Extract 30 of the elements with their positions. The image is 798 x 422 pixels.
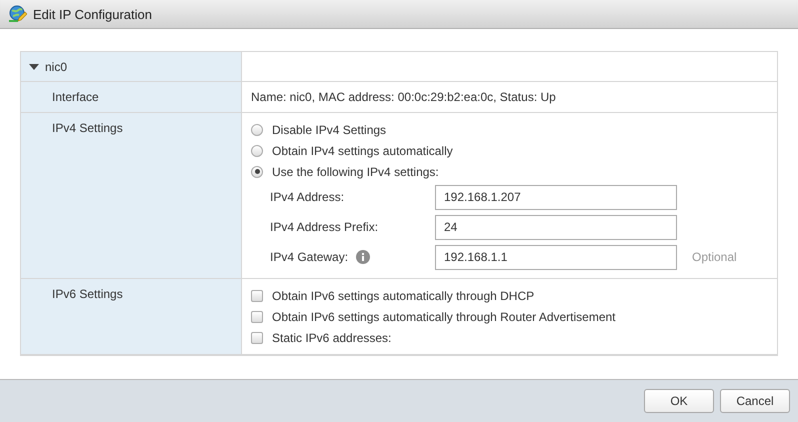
nic-name: nic0 <box>45 59 68 76</box>
interface-info: Name: nic0, MAC address: 00:0c:29:b2:ea:0c, Status: Up <box>251 89 557 106</box>
optional-note: Optional <box>691 250 738 264</box>
checkbox-option[interactable]: Static IPv6 addresses: <box>251 327 777 348</box>
checkbox-option[interactable]: Obtain IPv6 settings automatically through Router Advertisement <box>251 306 777 327</box>
radio-option[interactable]: Obtain IPv4 settings automatically <box>251 140 777 161</box>
window-title: Edit IP Configuration <box>33 6 152 22</box>
row-label: IPv6 Settings <box>52 286 123 303</box>
caret-icon <box>29 64 39 70</box>
info-icon[interactable] <box>356 250 370 264</box>
radio-button[interactable] <box>251 124 263 136</box>
radio-option[interactable]: Use the following IPv4 settings: <box>251 161 777 182</box>
row-label: Interface <box>52 89 99 106</box>
dialog-button[interactable]: OK <box>644 389 714 413</box>
field-label: IPv4 Address: <box>270 189 344 206</box>
input-field[interactable]: 192.168.1.1 <box>435 244 677 270</box>
checkbox-option[interactable]: Obtain IPv6 settings automatically through DHCP <box>251 285 777 306</box>
row-label: IPv4 Settings <box>52 120 123 137</box>
field-label: IPv4 Address Prefix: <box>270 219 378 236</box>
field-label: IPv4 Gateway: <box>270 249 348 266</box>
globe-pencil-icon <box>9 5 27 23</box>
checkbox[interactable] <box>251 310 263 322</box>
radio-option[interactable]: Disable IPv4 Settings <box>251 119 777 140</box>
dialog-button[interactable]: Cancel <box>720 389 790 413</box>
input-field[interactable]: 24 <box>435 214 677 240</box>
checkbox[interactable] <box>251 290 263 302</box>
radio-button[interactable] <box>251 144 263 156</box>
checkbox[interactable] <box>251 332 263 344</box>
input-field[interactable]: 192.168.1.207 <box>435 184 677 210</box>
radio-button[interactable] <box>251 166 263 178</box>
